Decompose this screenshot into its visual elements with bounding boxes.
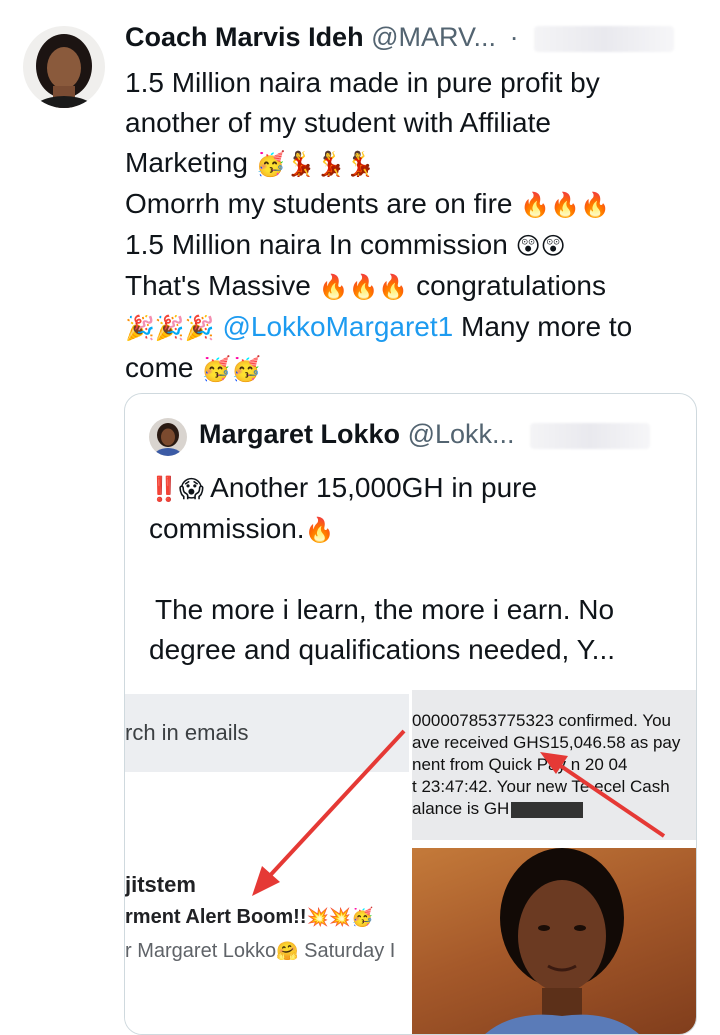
quoted-line: degree and qualifications needed, Y... (149, 634, 616, 665)
sms-line: alance is GH (412, 798, 680, 820)
tweet-line: come 🥳🥳 (125, 348, 710, 389)
popper-emoji: 🎉 (125, 314, 155, 342)
quoted-line: commission.🔥 (149, 509, 689, 550)
hug-emoji: 🤗 (276, 941, 299, 962)
fire-emoji: 🔥 (550, 191, 581, 219)
double-exclamation-emoji: ‼️ (149, 475, 179, 503)
quoted-author-handle[interactable]: @Lokk... (408, 419, 515, 449)
tweet-line-text: come (125, 352, 194, 383)
sms-line: nent from Quick Pay n 20 04 (412, 755, 628, 774)
tweet-line-text: 1.5 Million naira In commission (125, 229, 508, 260)
redacted-timestamp (530, 422, 651, 449)
tweet-line-text: congratulations (416, 270, 606, 301)
collision-emoji: 💥 (306, 907, 329, 928)
tweet-line: 1.5 Million naira made in pure profit by (125, 67, 600, 98)
sms-text: 000007853775323 confirmed. You ave recei… (412, 710, 680, 820)
astonished-emoji: 😲 (540, 232, 566, 260)
dancer-emoji: 💃 (285, 150, 316, 178)
party-face-emoji: 🥳 (255, 150, 286, 178)
media-portrait-photo[interactable] (412, 848, 696, 1034)
tweet-line: 1.5 Million naira In commission 😲😲 (125, 225, 710, 266)
media-sms-screenshot[interactable]: 000007853775323 confirmed. You ave recei… (412, 690, 696, 840)
header-separator: · (509, 22, 519, 52)
fire-emoji: 🔥 (378, 273, 409, 301)
email-search-bar: rch in emails (125, 694, 409, 772)
avatar-image (23, 26, 105, 108)
tweet-line: Omorrh my students are on fire 🔥🔥🔥 (125, 184, 710, 225)
quoted-line-text: commission. (149, 513, 305, 544)
sms-line: ave received GHS15,046.58 as pay (412, 733, 681, 752)
author-name[interactable]: Coach Marvis Ideh (125, 22, 364, 52)
fire-emoji: 🔥 (318, 273, 349, 301)
scream-emoji: 😱 (178, 475, 204, 503)
tweet-line-text: Marketing (125, 147, 248, 178)
fire-emoji: 🔥 (520, 191, 551, 219)
astonished-emoji: 😲 (515, 232, 541, 260)
quoted-line-text: Another 15,000GH in pure (210, 472, 538, 503)
redacted-balance (511, 801, 584, 818)
quoted-author-avatar[interactable] (149, 418, 187, 456)
email-snippet-tail: Saturday I (304, 940, 396, 962)
popper-emoji: 🎉 (154, 314, 185, 342)
email-search-text: rch in emails (125, 720, 249, 745)
sms-line: 000007853775323 confirmed. You (412, 711, 672, 730)
sms-line-text: alance is GH (412, 799, 510, 818)
tweet-line-text: Omorrh my students are on fire (125, 188, 513, 219)
author-avatar[interactable] (23, 26, 105, 108)
tweet-line: That's Massive 🔥🔥🔥 congratulations (125, 266, 710, 307)
fire-emoji: 🔥 (304, 516, 335, 544)
tweet-line: Marketing 🥳💃💃💃 (125, 143, 710, 184)
redacted-timestamp (534, 25, 675, 52)
dancer-emoji: 💃 (345, 150, 376, 178)
quoted-tweet[interactable]: Margaret Lokko @Lokk... ‼️😱 Another 15,0… (124, 393, 697, 1035)
quoted-blank-line (149, 550, 689, 590)
party-face-emoji: 🥳 (231, 355, 262, 383)
quoted-header: Margaret Lokko @Lokk... (199, 419, 651, 450)
email-snippet: r Margaret Lokko🤗 Saturday I (125, 940, 395, 963)
avatar-image (149, 418, 187, 456)
mention-link[interactable]: @LokkoMargaret1 (222, 311, 453, 342)
email-subject-text: rment Alert Boom!! (125, 906, 307, 928)
portrait-image (485, 848, 639, 1034)
tweet-line-text: That's Massive (125, 270, 311, 301)
dancer-emoji: 💃 (315, 150, 346, 178)
quoted-line: The more i learn, the more i earn. No (155, 594, 615, 625)
fire-emoji: 🔥 (580, 191, 610, 219)
tweet-line: 🎉🎉🎉 @LokkoMargaret1 Many more to (125, 307, 710, 348)
tweet-line-text: Many more to (461, 311, 633, 342)
party-face-emoji: 🥳 (351, 907, 374, 928)
party-face-emoji: 🥳 (201, 355, 232, 383)
author-handle[interactable]: @MARV... (371, 22, 496, 52)
collision-emoji: 💥 (328, 907, 352, 928)
email-snippet-text: r Margaret Lokko (125, 940, 277, 962)
quoted-text: ‼️😱 Another 15,000GH in pure commission.… (149, 468, 689, 670)
quoted-author-name[interactable]: Margaret Lokko (199, 419, 400, 449)
email-sender: jitstem (125, 872, 196, 897)
email-subject: rment Alert Boom!!💥💥🥳 (125, 906, 374, 929)
tweet-line: another of my student with Affiliate (125, 107, 551, 138)
sms-line: t 23:47:42. Your new Te ecel Cash (412, 777, 670, 796)
tweet-text: 1.5 Million naira made in pure profit by… (125, 63, 710, 389)
tweet-header: Coach Marvis Ideh @MARV... · (125, 22, 675, 53)
popper-emoji: 🎉 (184, 314, 215, 342)
fire-emoji: 🔥 (348, 273, 379, 301)
media-email-screenshot[interactable]: rch in emails jitstem rment Alert Boom!!… (125, 690, 409, 1034)
quoted-line: ‼️😱 Another 15,000GH in pure (149, 468, 689, 509)
